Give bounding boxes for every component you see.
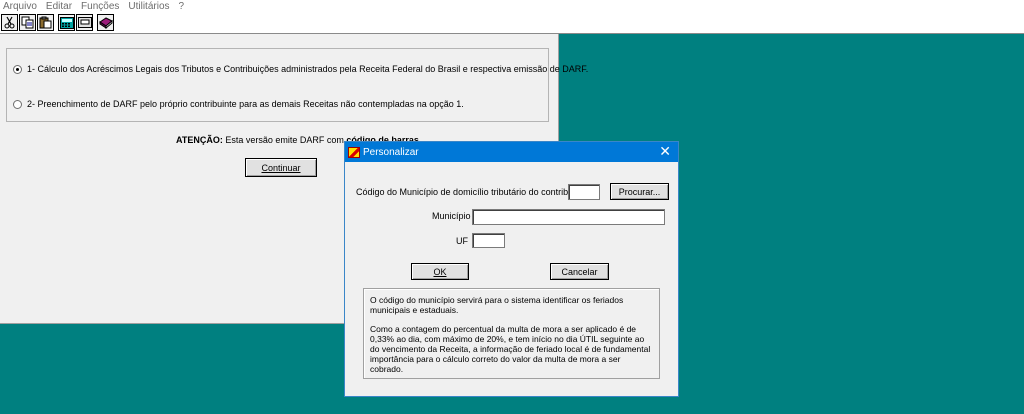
info-paragraph-1: O código do município servirá para o sis…: [370, 295, 624, 315]
procurar-button-label: Procurar...: [618, 186, 661, 197]
attention-text: Esta versão emite DARF com: [222, 135, 347, 145]
menu-help[interactable]: ?: [179, 1, 185, 12]
info-box: O código do município servirá para o sis…: [363, 288, 660, 379]
cancel-button-label: Cancelar: [561, 266, 598, 277]
municipio-code-input[interactable]: [568, 184, 600, 200]
dialog-titlebar[interactable]: Personalizar ✕: [345, 142, 678, 162]
personalizar-dialog: Personalizar ✕ Código do Município de do…: [344, 141, 679, 397]
option-1[interactable]: 1- Cálculo dos Acréscimos Legais dos Tri…: [13, 64, 588, 74]
menu-arquivo[interactable]: Arquivo: [3, 1, 37, 12]
option-2-label: 2- Preenchimento de DARF pelo próprio co…: [27, 99, 464, 109]
continue-button[interactable]: Continuar: [245, 158, 317, 177]
ok-button[interactable]: OK: [411, 263, 469, 280]
cancel-button[interactable]: Cancelar: [550, 263, 609, 280]
toolbar: [0, 12, 1024, 34]
copy-icon[interactable]: [19, 14, 36, 31]
book-icon[interactable]: [97, 14, 114, 31]
continue-button-label: Continuar: [261, 162, 301, 173]
uf-input[interactable]: [472, 233, 505, 248]
cut-icon[interactable]: [1, 14, 18, 31]
menu-utilitarios[interactable]: Utilitários: [128, 1, 169, 12]
paste-icon[interactable]: [37, 14, 54, 31]
option-1-radio[interactable]: [13, 64, 22, 74]
dialog-title: Personalizar: [363, 146, 419, 158]
municipio-input[interactable]: [472, 209, 665, 225]
info-paragraph-2: Como a contagem do percentual da multa d…: [370, 324, 651, 374]
close-icon[interactable]: ✕: [659, 144, 671, 160]
screen-icon[interactable]: [76, 14, 93, 31]
menu-editar[interactable]: Editar: [46, 1, 72, 12]
option-2[interactable]: 2- Preenchimento de DARF pelo próprio co…: [13, 99, 464, 109]
ok-button-label: OK: [433, 266, 447, 277]
calculator-icon[interactable]: [58, 14, 75, 31]
attention-label: ATENÇÃO:: [176, 135, 223, 145]
menu-funcoes[interactable]: Funções: [81, 1, 119, 12]
municipio-label: Município: [432, 211, 471, 221]
menubar: Arquivo Editar Funções Utilitários ?: [0, 0, 1024, 12]
option-2-radio[interactable]: [13, 99, 22, 109]
option-1-label: 1- Cálculo dos Acréscimos Legais dos Tri…: [27, 64, 589, 74]
municipio-code-label: Código do Município de domicílio tributá…: [356, 187, 588, 197]
uf-label: UF: [456, 236, 468, 246]
procurar-button[interactable]: Procurar...: [610, 183, 669, 200]
options-group: 1- Cálculo dos Acréscimos Legais dos Tri…: [6, 48, 588, 122]
app-icon: [348, 146, 360, 158]
